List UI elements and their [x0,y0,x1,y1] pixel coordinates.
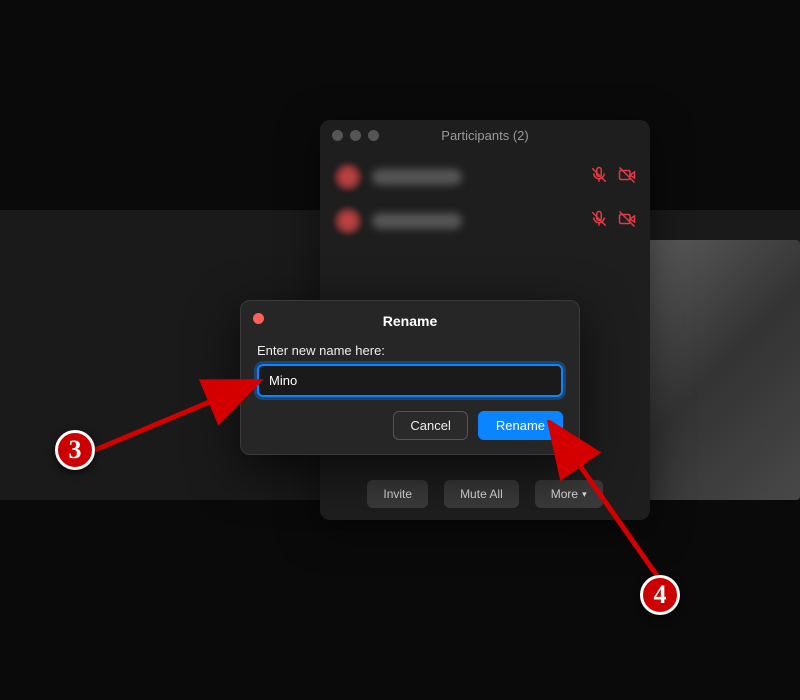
more-label: More [551,487,578,501]
annotation-step-4: 4 [640,575,680,615]
more-button[interactable]: More ▾ [535,480,603,508]
camera-off-icon [618,210,636,233]
window-controls[interactable] [332,130,379,141]
dialog-title: Rename [257,311,563,329]
mic-muted-icon [590,210,608,233]
participants-list [320,155,650,243]
rename-dialog: Rename Enter new name here: Cancel Renam… [240,300,580,455]
mic-muted-icon [590,166,608,189]
avatar [334,207,362,235]
maximize-window-button[interactable] [368,130,379,141]
cancel-button[interactable]: Cancel [393,411,467,440]
dialog-label: Enter new name here: [257,343,563,358]
close-dialog-button[interactable] [253,313,264,324]
rename-input[interactable] [257,364,563,397]
minimize-window-button[interactable] [350,130,361,141]
participants-footer: Invite Mute All More ▾ [320,480,650,508]
camera-off-icon [618,166,636,189]
participant-row[interactable] [320,199,650,243]
annotation-step-3: 3 [55,430,95,470]
participant-name [372,213,462,229]
close-window-button[interactable] [332,130,343,141]
participant-row[interactable] [320,155,650,199]
background-thumbnail [640,240,800,500]
mute-all-button[interactable]: Mute All [444,480,519,508]
rename-confirm-button[interactable]: Rename [478,411,563,440]
participant-name [372,169,462,185]
chevron-down-icon: ▾ [582,489,587,500]
invite-button[interactable]: Invite [367,480,428,508]
avatar [334,163,362,191]
